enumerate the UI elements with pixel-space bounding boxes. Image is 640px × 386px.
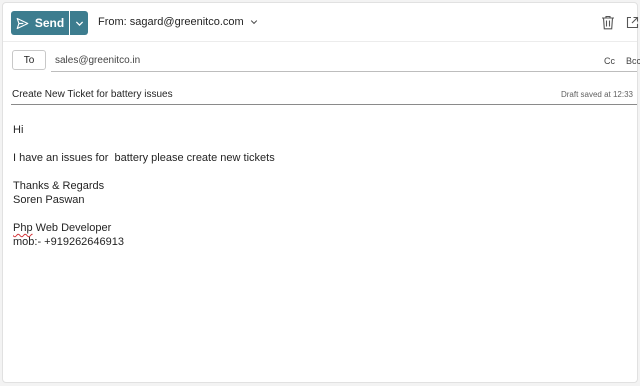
signature-mobile: mob:- +919262646913 — [13, 236, 125, 248]
signature-title-rest: Web Developer — [32, 222, 112, 234]
bcc-button[interactable]: Bcc — [626, 56, 640, 66]
chevron-down-icon — [75, 20, 83, 26]
draft-status: Draft saved at 12:33 — [560, 90, 633, 99]
greeting-line: Hi — [13, 124, 24, 136]
compose-pane: Send From: sagard@greenitco.com To sales… — [2, 2, 640, 383]
popout-icon[interactable] — [626, 16, 639, 29]
subject-field[interactable]: Create New Ticket for battery issues — [12, 89, 173, 100]
to-field-underline — [51, 71, 637, 72]
subject-underline — [11, 104, 637, 105]
message-line: I have an issues for battery please crea… — [13, 152, 275, 164]
to-field[interactable]: sales@greenitco.in — [55, 55, 140, 66]
misspelled-word[interactable]: Php — [13, 222, 33, 234]
to-label: To — [23, 54, 35, 66]
from-selector[interactable]: From: sagard@greenitco.com — [98, 16, 258, 28]
cc-button[interactable]: Cc — [604, 56, 615, 66]
send-button-group: Send — [11, 11, 88, 35]
from-label: From: sagard@greenitco.com — [98, 16, 244, 28]
send-options-button[interactable] — [70, 11, 88, 35]
to-button[interactable]: To — [12, 50, 46, 70]
message-body[interactable]: Hi I have an issues for battery please c… — [13, 123, 613, 249]
send-button[interactable]: Send — [11, 11, 69, 35]
trash-icon[interactable] — [601, 15, 615, 30]
chevron-down-icon — [250, 20, 257, 25]
send-icon — [16, 17, 29, 29]
signature-name: Soren Paswan — [13, 194, 85, 206]
send-label: Send — [34, 16, 65, 30]
closing-line: Thanks & Regards — [13, 180, 105, 192]
toolbar-divider — [3, 41, 637, 42]
signature-title: Php Web Developer — [13, 221, 613, 235]
